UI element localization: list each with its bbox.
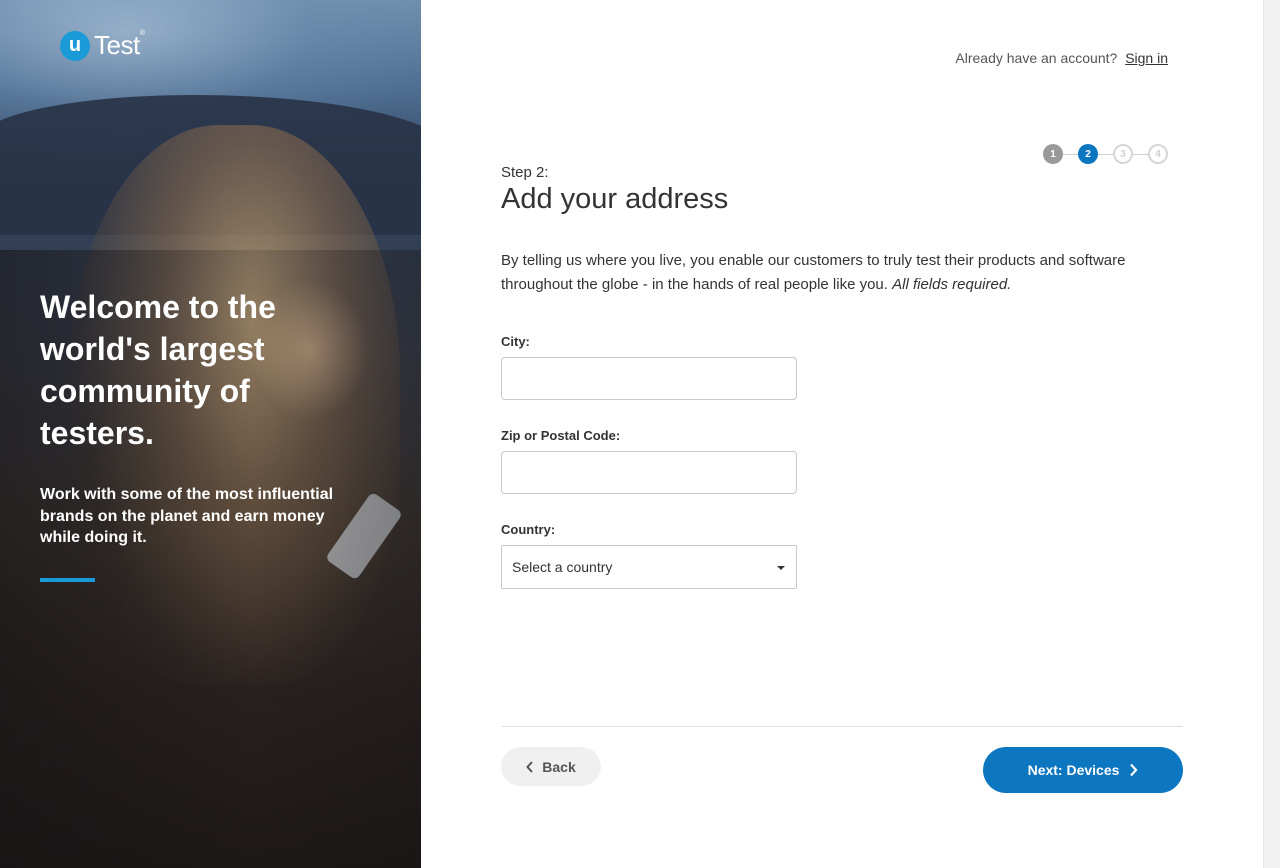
back-button-label: Back [542,758,576,775]
caret-down-icon [777,566,785,570]
step-label: Step 2: [501,164,549,181]
intro-body: By telling us where you live, you enable… [501,252,1126,293]
city-label: City: [501,334,530,349]
logo-text: Test® [94,30,145,60]
logo-mark: u [60,30,90,61]
utest-logo[interactable]: u Test® [60,30,145,61]
step-4: 4 [1148,144,1168,164]
signin-prompt: Already have an account? Sign in [955,50,1168,66]
intro-text: By telling us where you live, you enable… [501,249,1181,297]
progress-stepper: 1 2 3 4 [1043,144,1168,164]
hero-title: Welcome to the world's largest community… [40,289,276,451]
next-button-label: Next: Devices [1027,762,1120,778]
page-title: Add your address [501,183,729,215]
footer-divider [501,726,1183,727]
step-connector [1063,153,1078,155]
chevron-right-icon [1129,763,1138,777]
hero-subtitle: Work with some of the most influential b… [40,486,334,546]
zip-input[interactable] [501,451,797,494]
step-connector [1133,153,1148,155]
step-3: 3 [1113,144,1133,164]
country-label: Country: [501,522,556,537]
next-devices-button[interactable]: Next: Devices [983,747,1183,793]
step-connector [1098,153,1113,155]
city-input[interactable] [501,357,797,400]
hero-panel: u Test® Welcome to the world's largest c… [0,0,421,868]
signin-text: Already have an account? [955,50,1118,66]
back-button[interactable]: Back [501,747,601,786]
zip-label: Zip or Postal Code: [501,428,621,443]
hero-accent-bar [40,578,95,582]
signin-link[interactable]: Sign in [1125,50,1168,66]
chevron-left-icon [526,760,534,773]
country-select[interactable]: Select a country [501,545,797,589]
step-2: 2 [1078,144,1098,164]
country-select-value: Select a country [512,559,613,575]
step-1: 1 [1043,144,1063,164]
intro-emphasis: All fields required. [892,276,1012,293]
page-scrollbar[interactable] [1263,0,1280,868]
